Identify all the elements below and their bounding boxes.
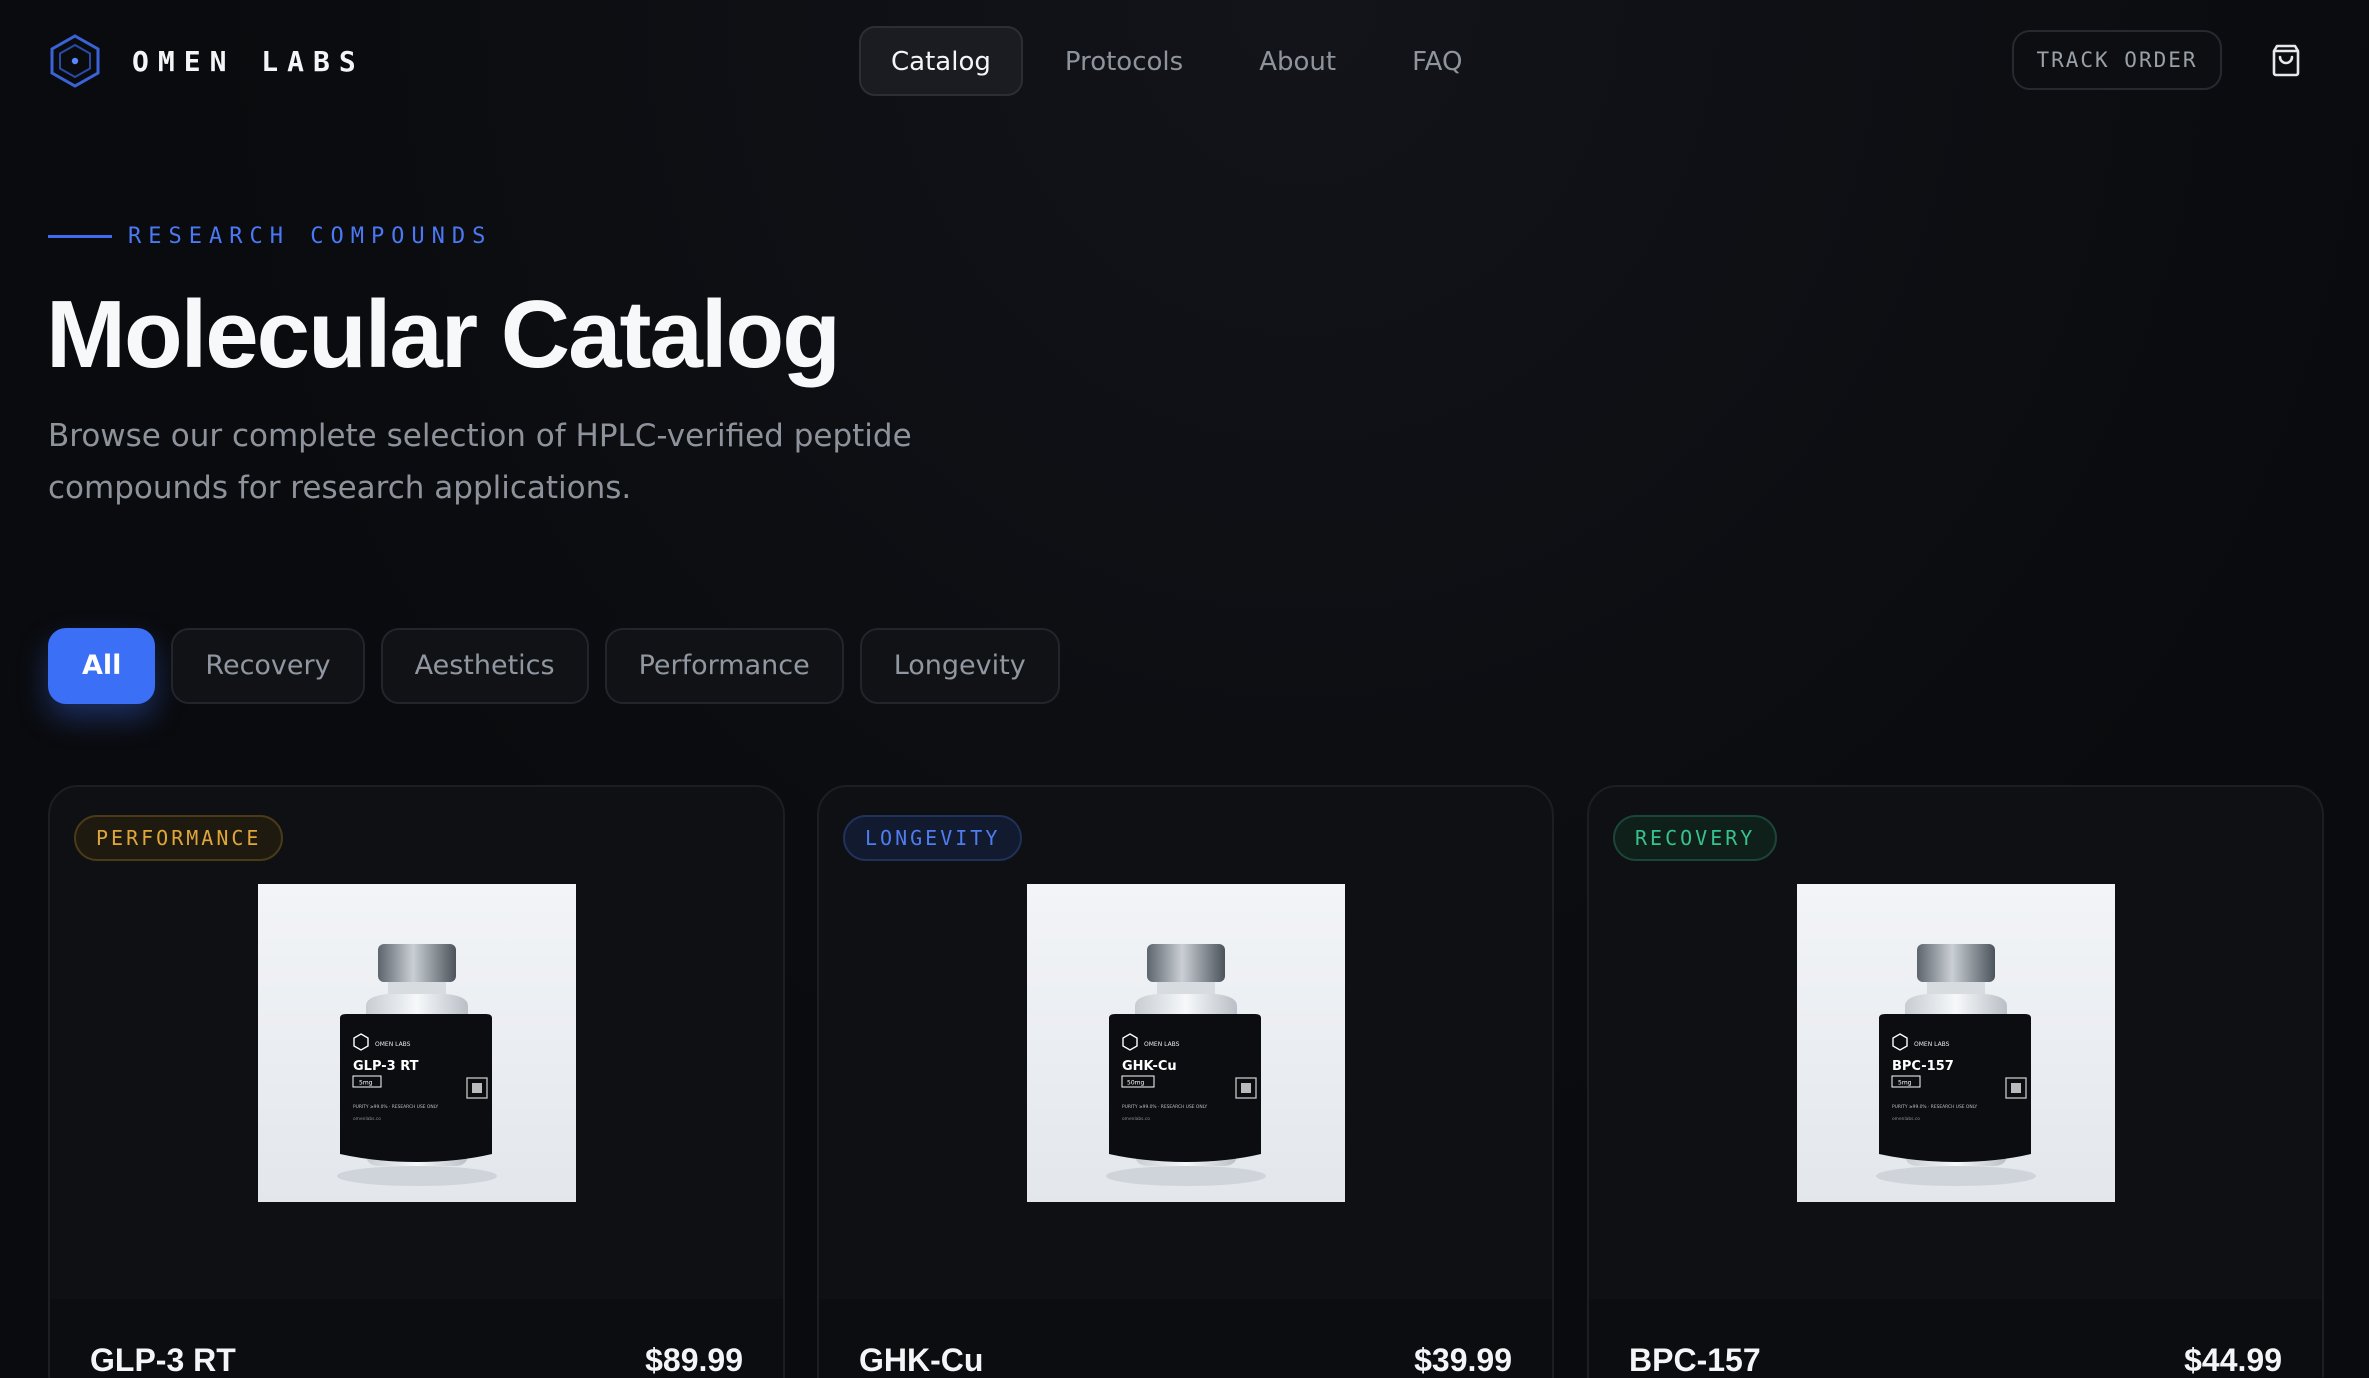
shopping-bag-icon[interactable]	[2268, 42, 2304, 78]
vial-footer-text: PURITY ≥99.0% · RESEARCH USE ONLY	[353, 1104, 439, 1110]
category-badge: RECOVERY	[1613, 815, 1778, 861]
nav-catalog[interactable]: Catalog	[859, 26, 1023, 96]
vial-dose-text: 5mg	[1898, 1080, 1912, 1087]
nav-about[interactable]: About	[1225, 26, 1370, 96]
product-image[interactable]: OMEN LABS BPC-157 5mg PURITY ≥99.0% · RE…	[1797, 884, 2115, 1202]
vial-footer-text: PURITY ≥99.0% · RESEARCH USE ONLY	[1122, 1104, 1208, 1110]
filter-performance[interactable]: Performance	[604, 628, 844, 704]
page-subtitle: Browse our complete selection of HPLC-ve…	[48, 418, 912, 506]
category-filters: All Recovery Aesthetics Performance Long…	[48, 628, 1060, 704]
vial-brand-text: OMEN LABS	[1144, 1041, 1180, 1048]
track-order-button[interactable]: TRACK ORDER	[2012, 30, 2222, 90]
vial-site-text: omenlabs.co	[1122, 1116, 1150, 1122]
product-card[interactable]: LONGEVITY OMEN LABS GHK-Cu 50mg PURITY ≥…	[817, 785, 1554, 1378]
product-name[interactable]: GLP-3 RT	[90, 1342, 236, 1378]
hexagon-logo-icon	[50, 34, 100, 88]
filter-all[interactable]: All	[48, 628, 156, 704]
vial-image: OMEN LABS GHK-Cu 50mg PURITY ≥99.0% · RE…	[1106, 944, 1266, 1186]
vial-name-text: GLP-3 RT	[353, 1059, 419, 1074]
section-eyebrow: RESEARCH COMPOUNDS	[48, 224, 492, 249]
vial-brand-text: OMEN LABS	[1914, 1041, 1950, 1048]
nav-protocols[interactable]: Protocols	[1031, 26, 1217, 96]
vial-dose-text: 50mg	[1127, 1080, 1144, 1087]
top-nav: OMEN LABS Catalog Protocols About FAQ TR…	[0, 0, 2369, 122]
category-badge: LONGEVITY	[843, 815, 1023, 861]
page-title: Molecular Catalog	[46, 281, 841, 388]
brand-name: OMEN LABS	[132, 44, 365, 78]
eyebrow-line	[48, 235, 112, 238]
product-price: $89.99	[645, 1342, 743, 1378]
vial-site-text: omenlabs.co	[353, 1116, 381, 1122]
vial-name-text: GHK-Cu	[1122, 1059, 1177, 1074]
product-price: $44.99	[2184, 1342, 2282, 1378]
product-name[interactable]: BPC-157	[1629, 1342, 1761, 1378]
app-frame: OMEN LABS Catalog Protocols About FAQ TR…	[0, 0, 2369, 1378]
filter-longevity[interactable]: Longevity	[859, 628, 1060, 704]
brand-logo[interactable]: OMEN LABS	[48, 33, 365, 89]
product-card[interactable]: PERFORMANCE OMEN LABS GLP-3 RT 5mg PURIT…	[48, 785, 785, 1378]
main-menu: Catalog Protocols About FAQ	[859, 26, 1504, 96]
vial-image: OMEN LABS BPC-157 5mg PURITY ≥99.0% · RE…	[1876, 944, 2036, 1186]
product-card[interactable]: RECOVERY OMEN LABS BPC-157 5mg PURITY ≥9…	[1587, 785, 2324, 1378]
product-name[interactable]: GHK-Cu	[859, 1342, 983, 1378]
filter-aesthetics[interactable]: Aesthetics	[380, 628, 589, 704]
vial-site-text: omenlabs.co	[1892, 1116, 1920, 1122]
vial-image: OMEN LABS GLP-3 RT 5mg PURITY ≥99.0% · R…	[337, 944, 497, 1186]
vial-brand-text: OMEN LABS	[375, 1041, 411, 1048]
product-price: $39.99	[1414, 1342, 1512, 1378]
filter-recovery[interactable]: Recovery	[171, 628, 365, 704]
product-image[interactable]: OMEN LABS GHK-Cu 50mg PURITY ≥99.0% · RE…	[1027, 884, 1345, 1202]
product-image[interactable]: OMEN LABS GLP-3 RT 5mg PURITY ≥99.0% · R…	[258, 884, 576, 1202]
vial-dose-text: 5mg	[359, 1080, 373, 1087]
nav-faq[interactable]: FAQ	[1378, 26, 1496, 96]
category-badge: PERFORMANCE	[74, 815, 284, 861]
vial-footer-text: PURITY ≥99.0% · RESEARCH USE ONLY	[1892, 1104, 1978, 1110]
eyebrow-text: RESEARCH COMPOUNDS	[128, 224, 493, 249]
vial-name-text: BPC-157	[1892, 1059, 1954, 1074]
